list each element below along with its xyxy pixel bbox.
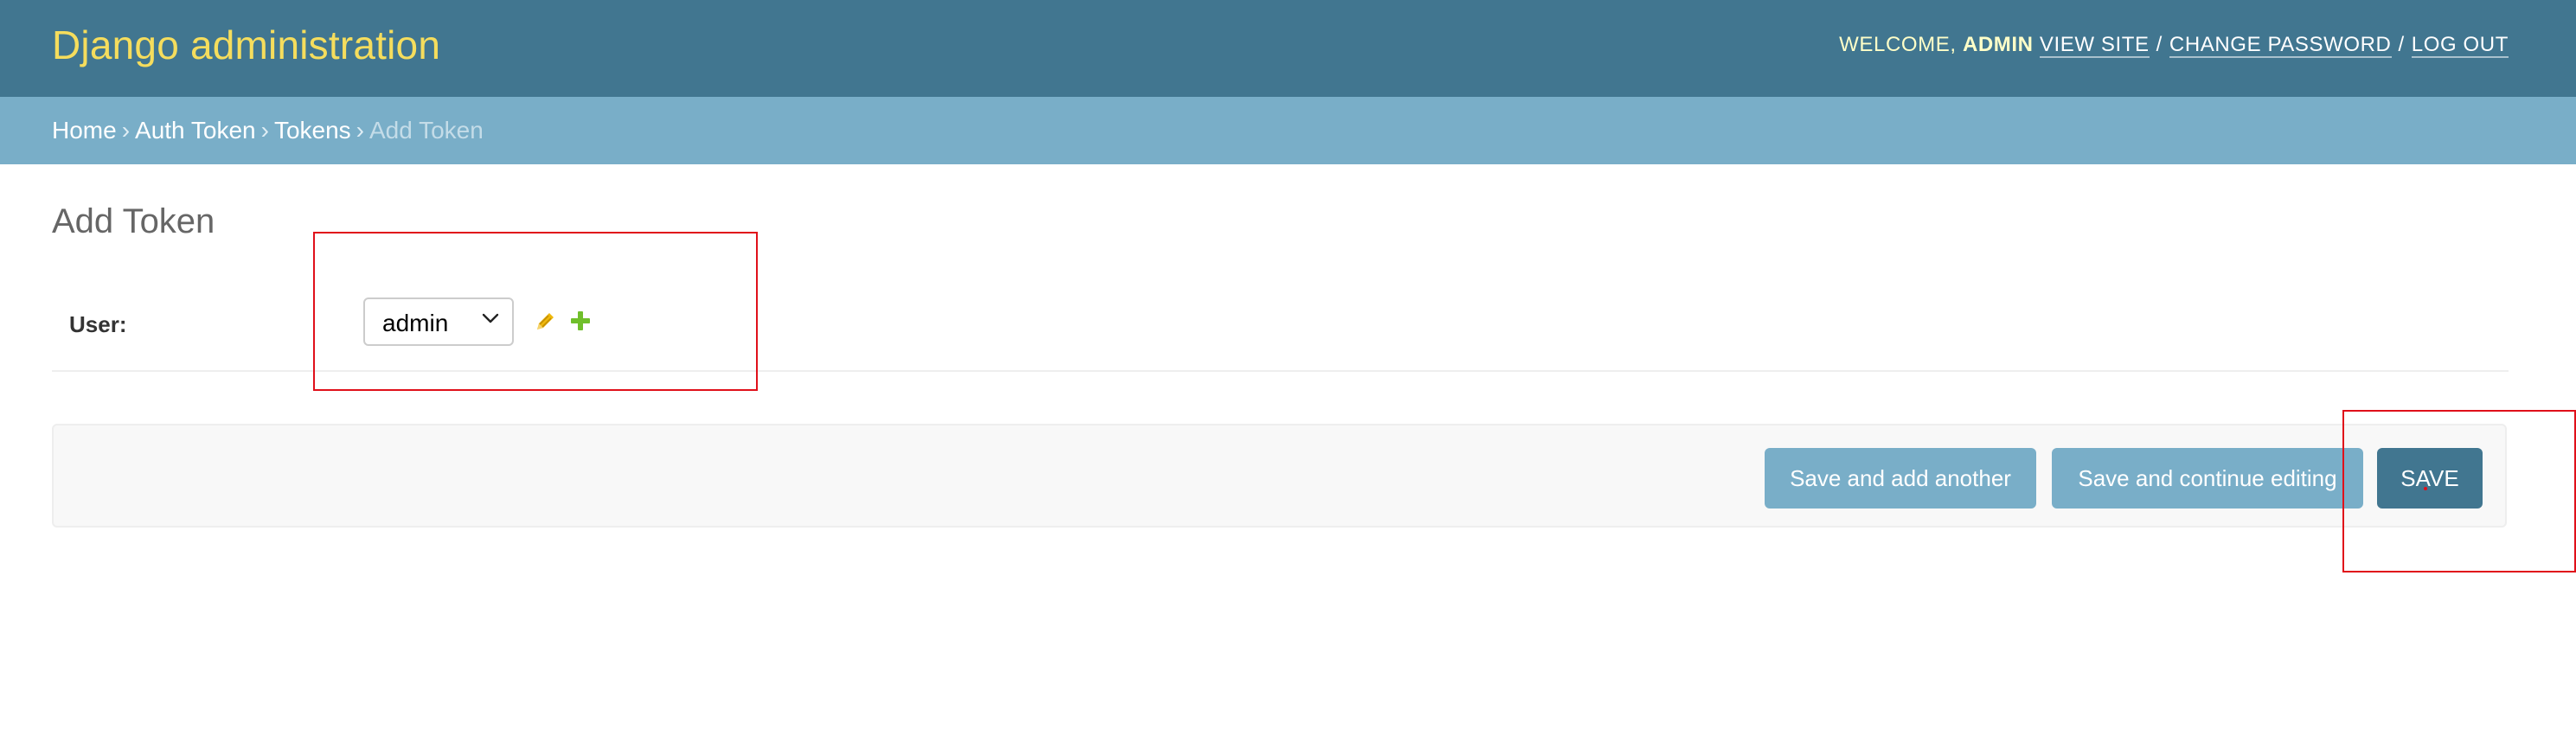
- breadcrumb: Home › Auth Token › Tokens › Add Token: [0, 97, 2576, 164]
- plus-icon[interactable]: [569, 310, 592, 332]
- chevron-down-icon: [482, 313, 499, 323]
- pencil-icon[interactable]: [533, 310, 557, 334]
- breadcrumb-separator: ›: [356, 117, 364, 144]
- breadcrumb-tokens[interactable]: Tokens: [274, 117, 351, 144]
- separator: /: [2398, 33, 2405, 56]
- breadcrumb-separator: ›: [121, 117, 131, 144]
- welcome-text: Welcome,: [1839, 33, 1957, 56]
- submit-row: Save and add another Save and continue e…: [52, 424, 2507, 528]
- save-and-continue-button[interactable]: Save and continue editing: [2052, 448, 2363, 509]
- user-label: User:: [69, 311, 127, 337]
- separator: /: [2156, 33, 2163, 56]
- save-button[interactable]: Save: [2377, 448, 2483, 509]
- breadcrumb-home[interactable]: Home: [52, 117, 117, 144]
- user-select[interactable]: admin: [363, 297, 514, 346]
- view-site-link[interactable]: View site: [2039, 33, 2150, 58]
- log-out-link[interactable]: Log out: [2411, 33, 2509, 58]
- save-and-add-another-button[interactable]: Save and add another: [1765, 448, 2036, 509]
- breadcrumb-current: Add Token: [369, 117, 484, 144]
- breadcrumb-auth-token[interactable]: Auth Token: [135, 117, 256, 144]
- user-select-value: admin: [382, 310, 449, 336]
- change-password-link[interactable]: Change password: [2169, 33, 2392, 58]
- page-title: Add Token: [52, 202, 215, 240]
- username: admin: [1962, 33, 2034, 56]
- user-tools: Welcome, admin View site / Change password…: [1839, 29, 2509, 61]
- breadcrumb-separator: ›: [260, 117, 269, 144]
- user-form-row: User: admin: [52, 275, 2509, 372]
- header: Django administration Welcome, admin Vie…: [0, 0, 2576, 97]
- breadcrumb-trail: Home › Auth Token › Tokens › Add Token: [52, 114, 484, 147]
- click-marker: [2424, 487, 2427, 490]
- site-branding[interactable]: Django administration: [52, 19, 440, 71]
